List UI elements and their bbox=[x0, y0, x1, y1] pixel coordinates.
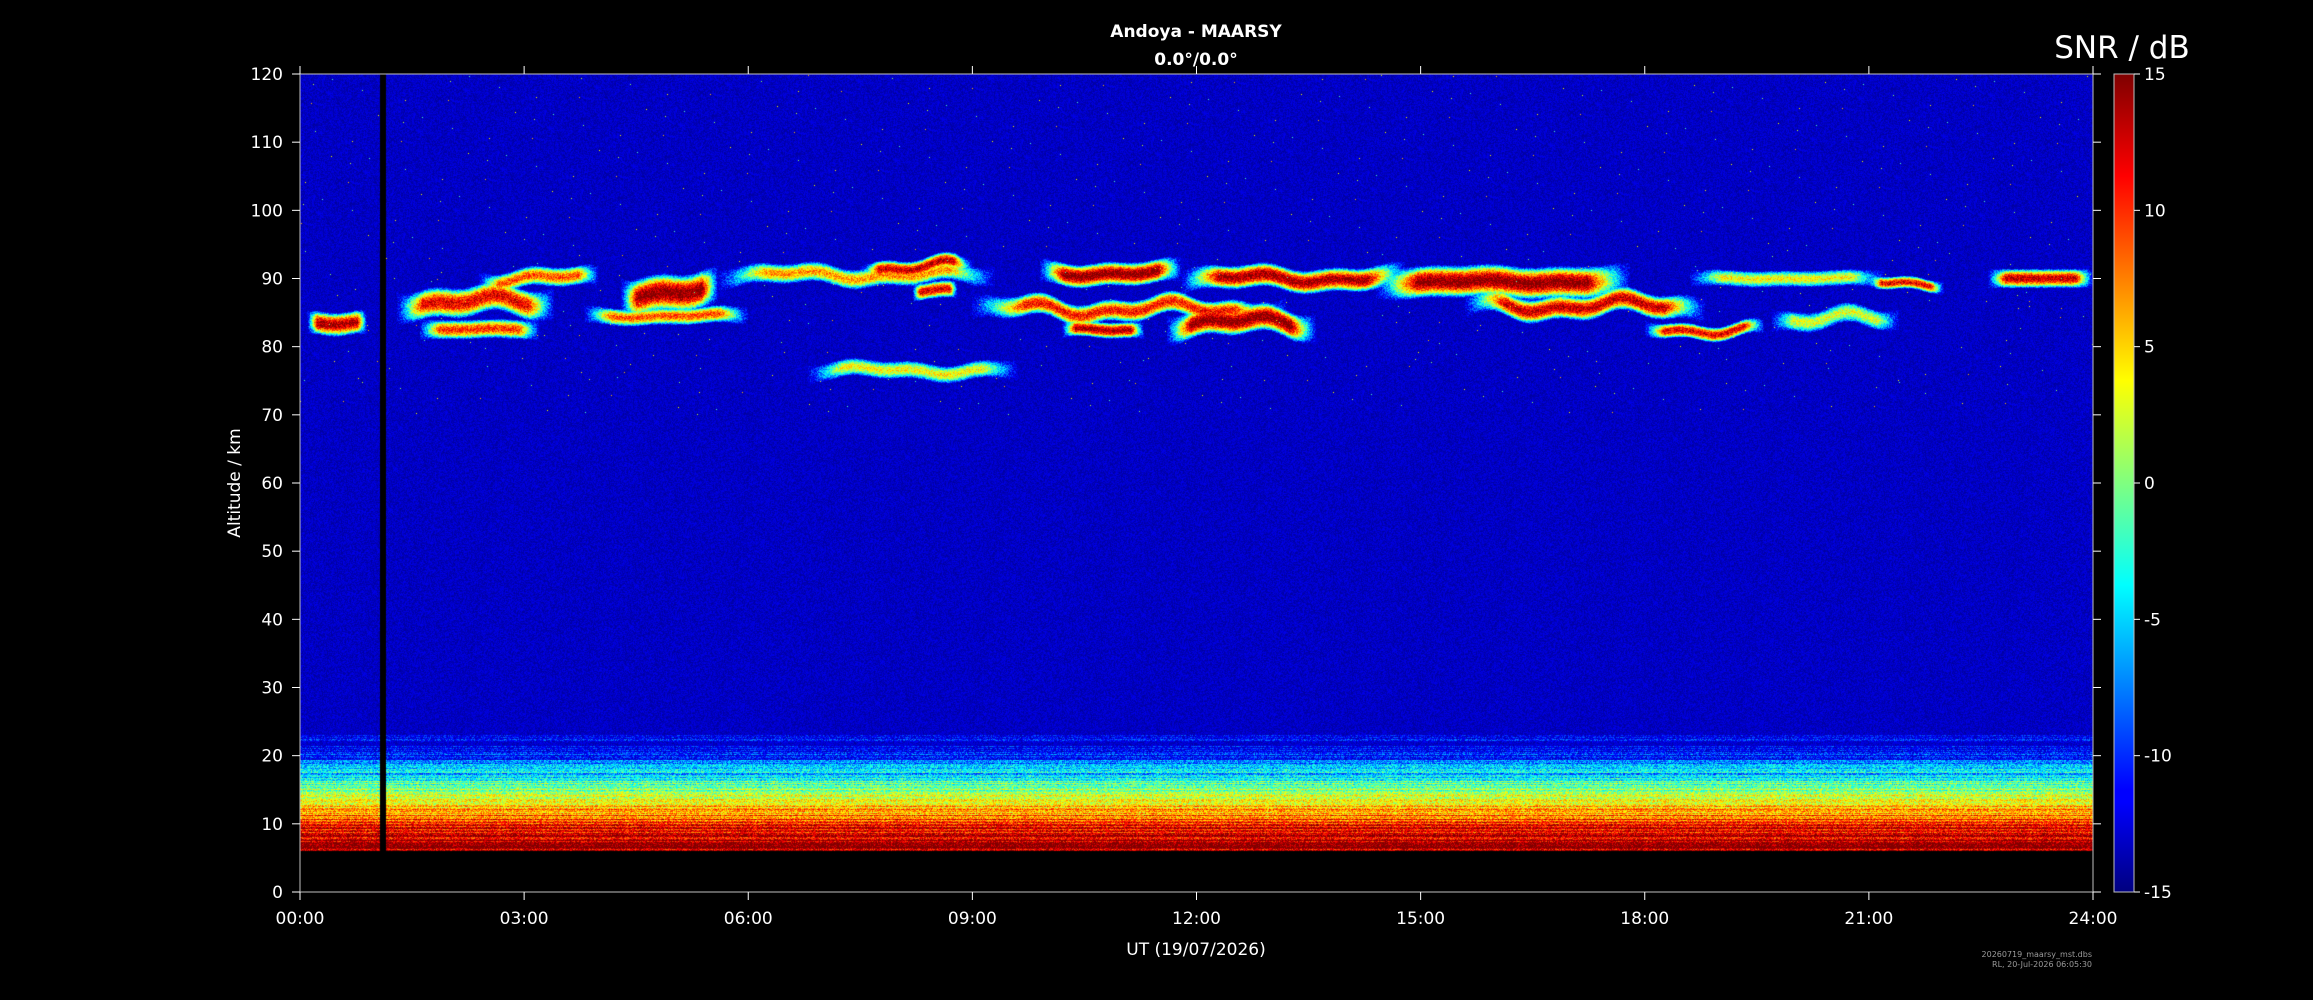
y-tick-label: 40 bbox=[261, 610, 283, 630]
y-tick-label: 20 bbox=[261, 747, 283, 767]
colorbar bbox=[2113, 73, 2135, 893]
y-tick-label: 70 bbox=[261, 406, 283, 426]
y-tick-label: 30 bbox=[261, 679, 283, 699]
x-tick-label: 03:00 bbox=[500, 909, 549, 929]
colorbar-ticks: 15 10 5 0 -5 -10 -15 bbox=[2134, 65, 2172, 903]
heatmap bbox=[300, 74, 2093, 892]
x-tick-label: 12:00 bbox=[1172, 909, 1221, 929]
chart-title: Andoya - MAARSY bbox=[1110, 22, 1282, 42]
y-axis-label: Altitude / km bbox=[225, 428, 245, 537]
x-axis-label: UT (19/07/2026) bbox=[1126, 940, 1265, 960]
x-tick-label: 09:00 bbox=[948, 909, 997, 929]
y-tick-label: 10 bbox=[261, 815, 283, 835]
y-tick-label: 0 bbox=[272, 883, 283, 903]
x-tick-label: 21:00 bbox=[1844, 909, 1893, 929]
y-tick-label: 80 bbox=[261, 338, 283, 358]
y-tick-label: 110 bbox=[251, 133, 283, 153]
colorbar-tick-label: 10 bbox=[2144, 201, 2166, 221]
y-tick-label: 50 bbox=[261, 542, 283, 562]
footer-filename: 20260719_maarsy_mst.dbs bbox=[1982, 950, 2092, 959]
colorbar-tick-label: -5 bbox=[2144, 610, 2161, 630]
x-tick-label: 00:00 bbox=[276, 909, 325, 929]
colorbar-tick-label: 0 bbox=[2144, 474, 2155, 494]
x-tick-label: 24:00 bbox=[2069, 909, 2118, 929]
colorbar-tick-label: -10 bbox=[2144, 747, 2172, 767]
colorbar-title: SNR / dB bbox=[2054, 30, 2190, 66]
x-tick-label: 06:00 bbox=[724, 909, 773, 929]
x-tick-label: 18:00 bbox=[1620, 909, 1669, 929]
y-tick-label: 100 bbox=[251, 201, 283, 221]
colorbar-tick-label: -15 bbox=[2144, 883, 2172, 903]
x-tick-label: 15:00 bbox=[1396, 909, 1445, 929]
colorbar-tick-label: 15 bbox=[2144, 65, 2166, 85]
colorbar-tick-label: 5 bbox=[2144, 338, 2155, 358]
y-tick-label: 90 bbox=[261, 270, 283, 290]
y-tick-label: 60 bbox=[261, 474, 283, 494]
y-tick-label: 120 bbox=[251, 65, 283, 85]
heatmap-canvas bbox=[300, 74, 2093, 892]
chart: Andoya - MAARSY 0.0°/0.0° 00:00 03:00 06:0… bbox=[225, 22, 2190, 969]
footer-stamp: RL, 20-Jul-2026 06:05:30 bbox=[1992, 960, 2092, 969]
